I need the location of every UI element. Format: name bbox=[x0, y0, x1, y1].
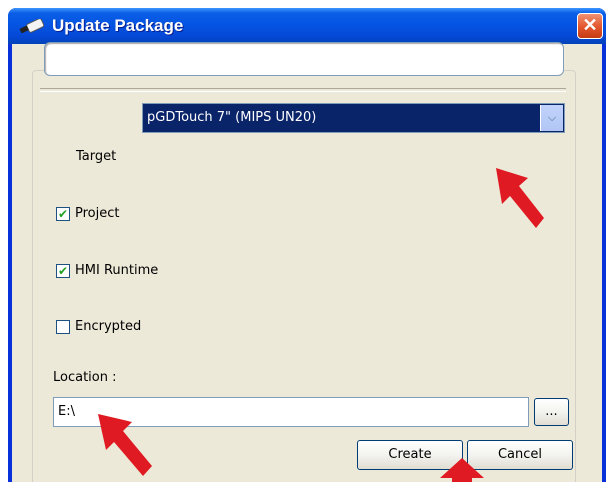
project-checkbox[interactable]: ✔ bbox=[56, 207, 70, 221]
encrypted-checkbox[interactable] bbox=[56, 320, 70, 334]
project-label[interactable]: Project bbox=[75, 206, 119, 221]
target-label: Target bbox=[76, 149, 117, 164]
browse-button[interactable]: ... bbox=[534, 398, 569, 426]
annotation-arrow-create bbox=[440, 458, 484, 482]
annotation-arrow-target bbox=[496, 168, 544, 228]
hmi-runtime-label[interactable]: HMI Runtime bbox=[75, 263, 158, 278]
annotation-arrow-location bbox=[98, 414, 152, 476]
separator bbox=[40, 88, 566, 92]
usb-stick-icon bbox=[19, 19, 44, 33]
location-label: Location : bbox=[53, 370, 117, 385]
encrypted-label[interactable]: Encrypted bbox=[75, 319, 141, 334]
target-selected-value: pGDTouch 7" (MIPS UN20) bbox=[147, 110, 317, 125]
target-select[interactable]: pGDTouch 7" (MIPS UN20) ⌵ bbox=[142, 103, 565, 133]
location-value: E:\ bbox=[58, 404, 75, 419]
window-title: Update Package bbox=[52, 16, 184, 35]
title-bar[interactable]: Update Package ✕ bbox=[8, 8, 606, 44]
close-button[interactable]: ✕ bbox=[577, 13, 603, 39]
chevron-down-icon[interactable]: ⌵ bbox=[540, 105, 563, 131]
hmi-runtime-checkbox[interactable]: ✔ bbox=[56, 264, 70, 278]
package-name-input[interactable] bbox=[44, 42, 564, 76]
